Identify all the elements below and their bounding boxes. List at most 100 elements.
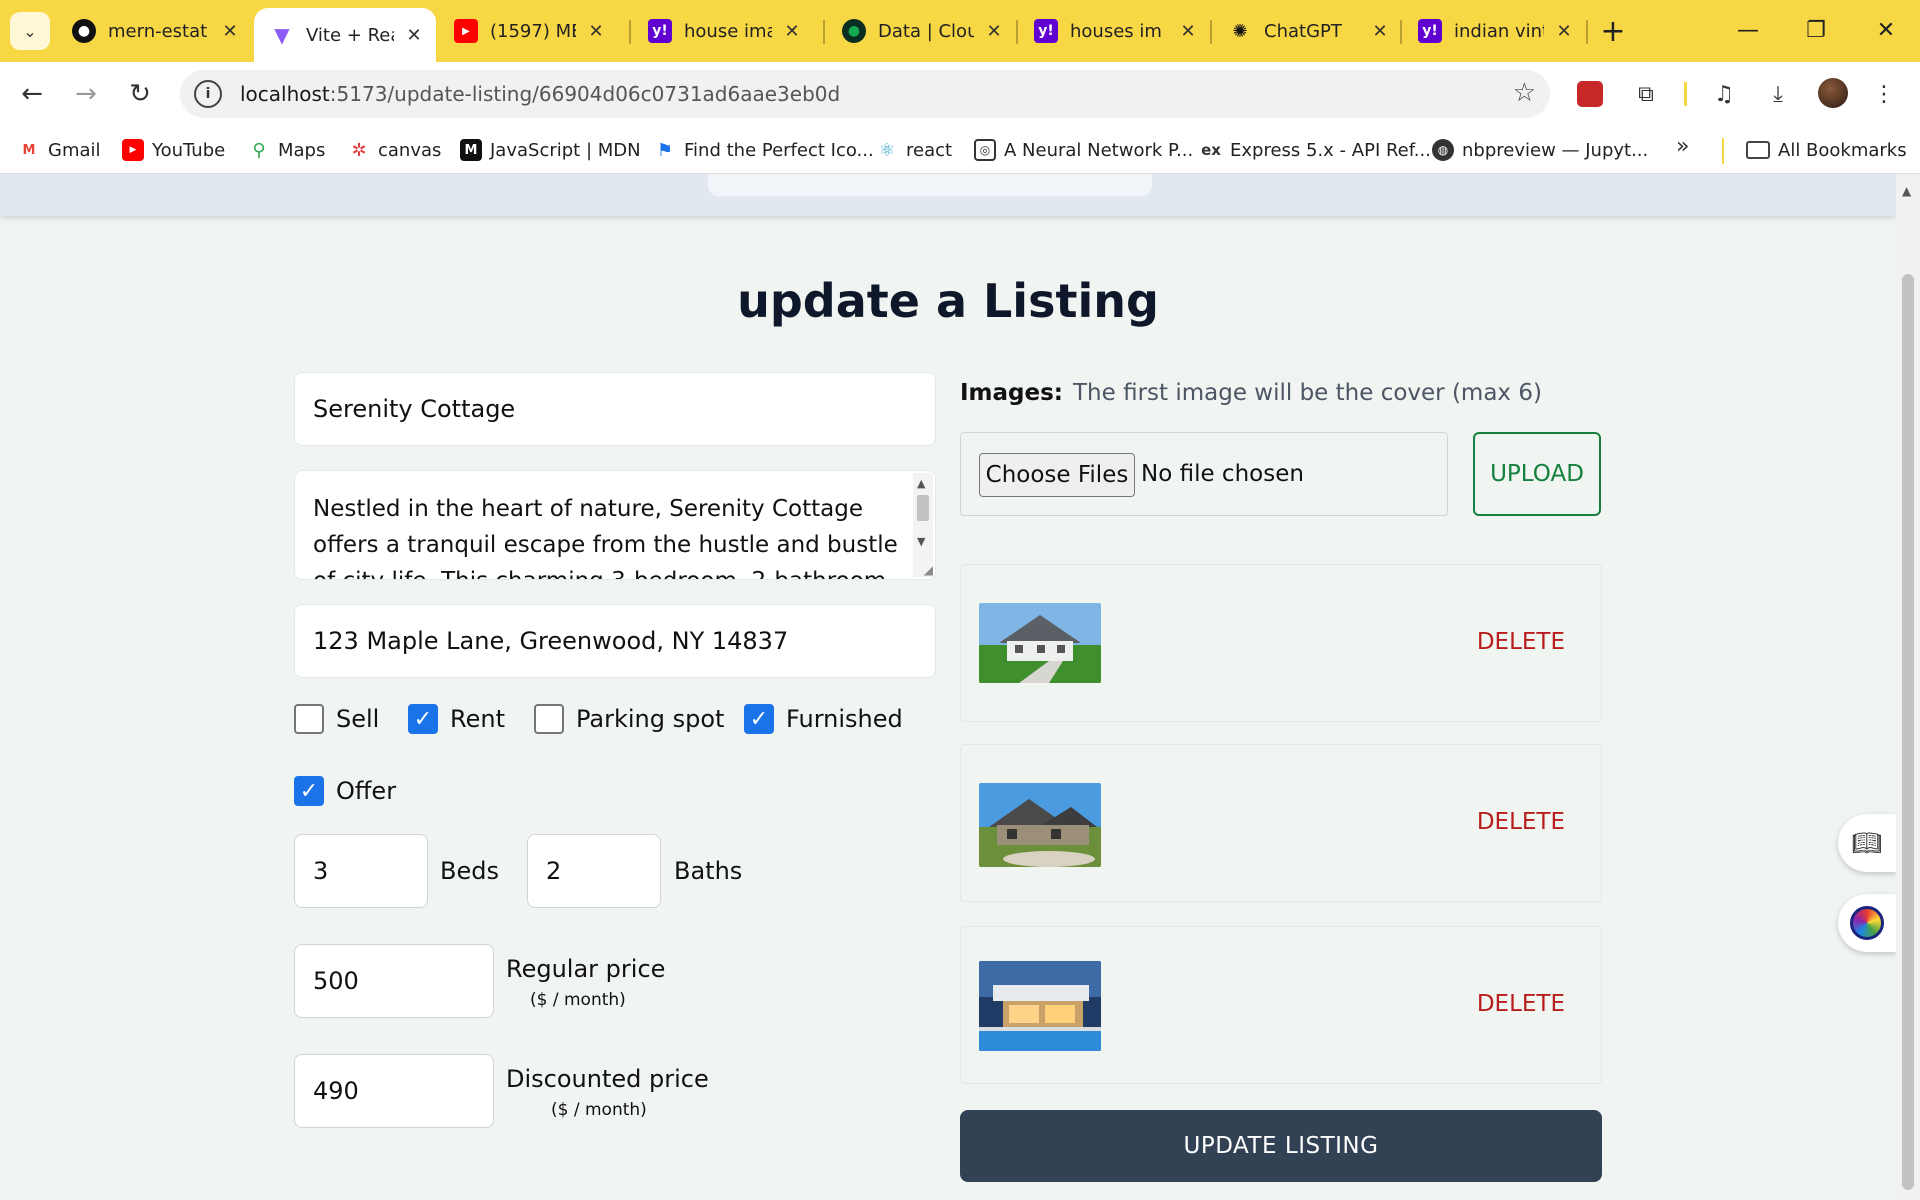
github-icon: ● (72, 19, 96, 43)
tab-search-button[interactable]: ⌄ (10, 12, 50, 50)
close-icon[interactable]: ✕ (780, 19, 804, 43)
parking-checkbox[interactable]: Parking spot (534, 704, 724, 734)
delete-image-button[interactable]: DELETE (1477, 809, 1565, 835)
more-bookmarks-chevron-icon[interactable]: » (1676, 134, 1689, 159)
bookmark-youtube[interactable]: ▶ YouTube (122, 136, 225, 164)
page-scroll-thumb[interactable] (1902, 274, 1914, 1190)
yahoo-icon: y! (1418, 19, 1442, 43)
regular-price-label: Regular price (506, 955, 666, 983)
bookmark-express[interactable]: ex Express 5.x - API Ref... (1200, 136, 1431, 164)
scroll-thumb[interactable] (917, 495, 929, 521)
address-input[interactable]: 123 Maple Lane, Greenwood, NY 14837 (294, 604, 936, 678)
address-bar[interactable]: i localhost:5173/update-listing/66904d06… (180, 70, 1550, 118)
forward-button[interactable]: → (66, 74, 106, 114)
bookmark-mdn[interactable]: M JavaScript | MDN (460, 136, 641, 164)
new-tab-button[interactable]: + (1596, 14, 1630, 49)
update-listing-button[interactable]: UPDATE LISTING (960, 1110, 1602, 1182)
close-icon[interactable]: ✕ (1552, 19, 1576, 43)
delete-image-button[interactable]: DELETE (1477, 991, 1565, 1017)
tab-mongodb[interactable]: ● Data | Clou ✕ (826, 10, 1016, 52)
url-text: localhost:5173/update-listing/66904d06c0… (240, 82, 841, 106)
resize-handle-icon[interactable]: ◢ (924, 563, 933, 577)
house-image (979, 603, 1101, 683)
page-scrollbar[interactable]: ▲ (1896, 174, 1920, 1200)
house-image (979, 783, 1101, 867)
bookmark-neural-network[interactable]: ◎ A Neural Network P... (974, 136, 1193, 164)
description-textarea[interactable]: Nestled in the heart of nature, Serenity… (294, 470, 936, 580)
bookmark-maps[interactable]: ⚲ Maps (248, 136, 325, 164)
textarea-scrollbar[interactable]: ▲ ▼ (913, 473, 933, 577)
tab-vite-react[interactable]: ▼ Vite + Rea ✕ (254, 8, 436, 62)
baths-input[interactable]: 2 (527, 834, 661, 908)
checkbox-box[interactable] (534, 704, 564, 734)
download-icon[interactable]: ⤓ (1760, 76, 1796, 112)
reading-mode-book-icon[interactable]: 📖︎ (1838, 814, 1896, 872)
close-icon[interactable]: ✕ (584, 19, 608, 43)
tab-strip: ⌄ ● mern-estat ✕ ▼ Vite + Rea ✕ ▶ (1597)… (0, 0, 1920, 62)
yahoo-icon: y! (1034, 19, 1058, 43)
scroll-up-icon[interactable]: ▲ (917, 477, 925, 490)
delete-image-button[interactable]: DELETE (1477, 629, 1565, 655)
profile-avatar[interactable] (1818, 78, 1848, 108)
checkbox-box[interactable]: ✓ (744, 704, 774, 734)
listing-image-thumbnail (979, 961, 1101, 1051)
back-button[interactable]: ← (12, 74, 52, 114)
reload-button[interactable]: ↻ (120, 74, 160, 114)
close-icon[interactable]: ✕ (1176, 19, 1200, 43)
regular-price-input[interactable]: 500 (294, 944, 494, 1018)
checkbox-box[interactable]: ✓ (408, 704, 438, 734)
close-window-button[interactable]: ✕ (1866, 12, 1906, 48)
upload-button[interactable]: UPLOAD (1473, 432, 1601, 516)
close-icon[interactable]: ✕ (402, 23, 426, 47)
bookmark-nbpreview[interactable]: ◍ nbpreview — Jupyt... (1432, 136, 1648, 164)
rent-checkbox[interactable]: ✓ Rent (408, 704, 505, 734)
chevron-down-icon: ⌄ (23, 21, 37, 41)
header-search-box[interactable] (708, 174, 1152, 196)
tab-chatgpt[interactable]: ✺ ChatGPT ✕ (1212, 10, 1402, 52)
site-info-icon[interactable]: i (194, 80, 222, 108)
page-title: update a Listing (737, 274, 1159, 328)
choose-files-button[interactable]: Choose Files (979, 453, 1135, 497)
bookmark-gmail[interactable]: M Gmail (18, 136, 101, 164)
tab-indian-vintage[interactable]: y! indian vint ✕ (1402, 10, 1586, 52)
scroll-down-icon[interactable]: ▼ (917, 535, 925, 548)
toolbar-divider (1684, 82, 1687, 106)
check-icon: ✓ (749, 706, 769, 732)
tab-houses-images[interactable]: y! houses im ✕ (1018, 10, 1210, 52)
menu-kebab-icon[interactable]: ⋮ (1866, 76, 1902, 112)
media-controls-icon[interactable]: ♫ (1706, 76, 1742, 112)
bookmark-react[interactable]: ⚛ react (876, 136, 952, 164)
checkbox-box[interactable] (294, 704, 324, 734)
close-icon: ✕ (1876, 17, 1896, 43)
beds-input[interactable]: 3 (294, 834, 428, 908)
scroll-up-icon[interactable]: ▲ (1902, 184, 1911, 198)
extension-red-icon[interactable] (1572, 76, 1608, 112)
sell-checkbox[interactable]: Sell (294, 704, 379, 734)
tab-youtube[interactable]: ▶ (1597) ME ✕ (438, 10, 618, 52)
minimize-button[interactable]: — (1728, 12, 1768, 48)
name-input[interactable]: Serenity Cottage (294, 372, 936, 446)
furnished-checkbox[interactable]: ✓ Furnished (744, 704, 903, 734)
gmail-icon: M (22, 142, 36, 158)
bookmark-canvas[interactable]: ✲ canvas (348, 136, 441, 164)
extensions-puzzle-icon[interactable]: ⧉ (1628, 76, 1664, 112)
all-bookmarks[interactable]: All Bookmarks (1746, 136, 1907, 164)
tab-house-images[interactable]: y! house ima ✕ (632, 10, 814, 52)
check-icon: ✓ (413, 706, 433, 732)
color-palette-extension-icon[interactable] (1838, 894, 1896, 952)
offer-checkbox[interactable]: ✓ Offer (294, 776, 396, 806)
regular-price-unit: ($ / month) (530, 990, 626, 1010)
restore-button[interactable]: ❐ (1796, 12, 1836, 48)
vite-icon: ▼ (274, 23, 290, 47)
checkbox-box[interactable]: ✓ (294, 776, 324, 806)
mdn-icon: M (460, 139, 482, 161)
bookmark-star-icon[interactable]: ☆ (1513, 78, 1536, 108)
close-icon[interactable]: ✕ (1368, 19, 1392, 43)
modern-house-image (979, 961, 1101, 1051)
close-icon[interactable]: ✕ (218, 19, 242, 43)
discounted-price-input[interactable]: 490 (294, 1054, 494, 1128)
bookmark-find-icon[interactable]: ⚑ Find the Perfect Ico... (654, 136, 874, 164)
tab-mern-estate[interactable]: ● mern-estat ✕ (56, 10, 252, 52)
neural-network-icon: ◎ (974, 139, 996, 161)
close-icon[interactable]: ✕ (982, 19, 1006, 43)
